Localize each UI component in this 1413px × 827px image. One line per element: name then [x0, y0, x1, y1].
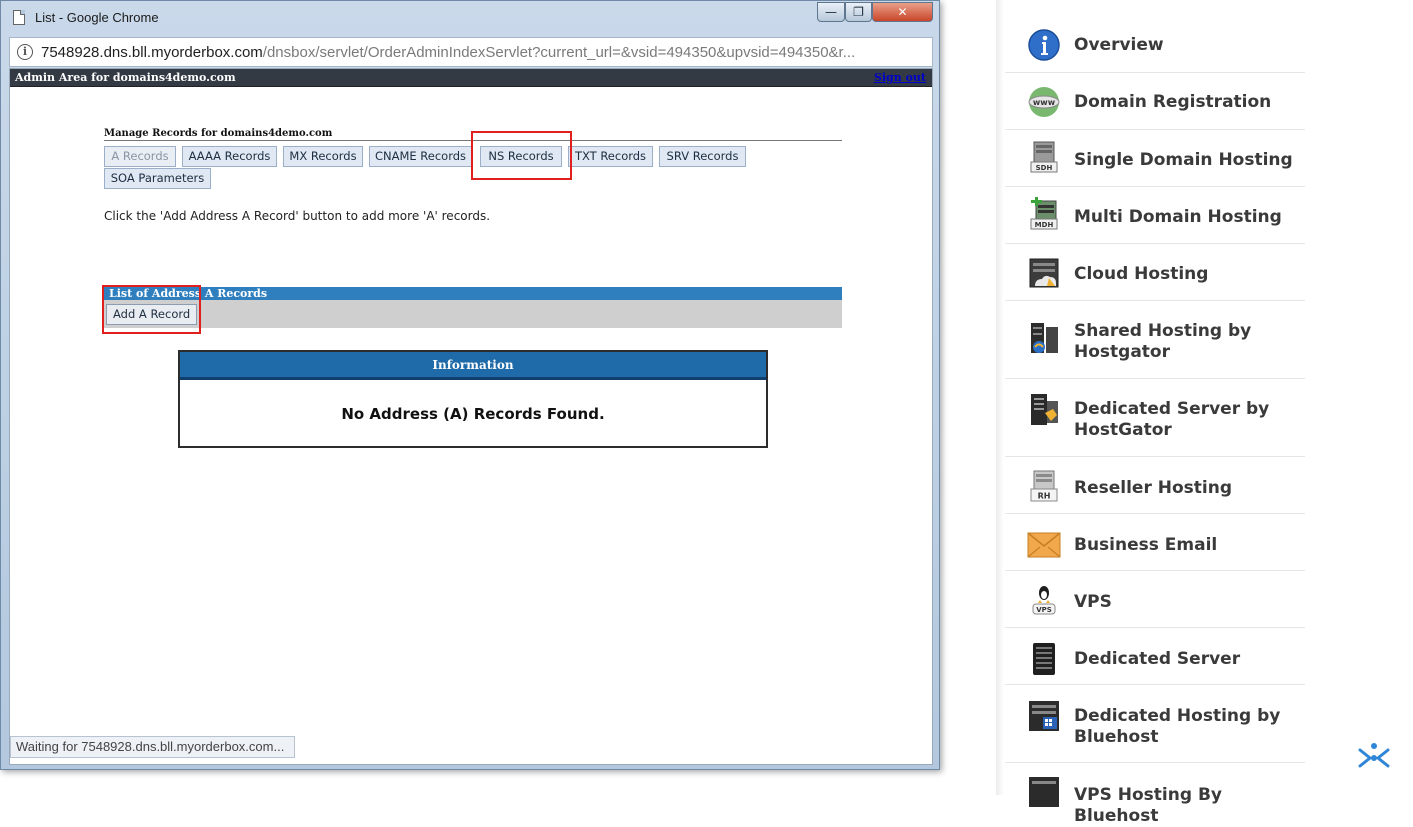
sidebar-item-label: Shared Hosting by Hostgator [1074, 321, 1252, 362]
sidebar-item-single-domain-hosting[interactable]: SDH Single Domain Hosting [1005, 130, 1305, 187]
information-box: Information No Address (A) Records Found… [178, 350, 768, 448]
sidebar-item-cloud-hosting[interactable]: Cloud Hosting [1005, 244, 1305, 301]
tab-soa-parameters[interactable]: SOA Parameters [104, 168, 211, 189]
svg-text:SDH: SDH [1036, 164, 1053, 172]
sdh-server-icon: SDH [1030, 141, 1058, 173]
sign-out-link[interactable]: Sign out [874, 71, 926, 84]
sidebar-item-vps[interactable]: VPS VPS [1005, 571, 1305, 628]
information-heading: Information [180, 352, 766, 380]
url-text[interactable]: 7548928.dns.bll.myorderbox.com/dnsbox/se… [41, 44, 927, 61]
maximize-button[interactable]: ❐ [845, 2, 872, 22]
browser-popup-window: List - Google Chrome — ❐ ✕ i 7548928.dns… [0, 0, 940, 770]
vps-linux-icon: VPS [1032, 586, 1056, 615]
hostgator-dedicated-icon [1031, 394, 1058, 425]
dedicated-server-icon [1033, 643, 1055, 675]
help-text: Click the 'Add Address A Record' button … [104, 209, 491, 223]
sidebar-item-label: Dedicated Server [1074, 649, 1241, 669]
admin-header-bar: Admin Area for domains4demo.com Sign out [10, 69, 932, 87]
sidebar-shadow [996, 0, 1004, 795]
tab-mx-records[interactable]: MX Records [283, 146, 363, 167]
no-records-message: No Address (A) Records Found. [341, 405, 605, 423]
sidebar-item-label: Business Email [1074, 535, 1218, 555]
svg-text:VPS: VPS [1036, 606, 1052, 614]
tab-aaaa-records[interactable]: AAAA Records [182, 146, 277, 167]
svg-text:www: www [1033, 98, 1056, 107]
sidebar-item-label: Dedicated Hosting by Bluehost [1074, 706, 1281, 747]
envelope-icon [1027, 532, 1061, 558]
records-list-header: List of Address A Records [104, 287, 842, 300]
sidebar-item-label: Domain Registration [1074, 92, 1272, 112]
page-viewport: Admin Area for domains4demo.com Sign out… [9, 68, 933, 765]
sidebar-item-label: Single Domain Hosting [1074, 150, 1293, 170]
hostgator-server-icon [1031, 323, 1058, 353]
svg-text:RH: RH [1038, 492, 1051, 501]
tab-srv-records[interactable]: SRV Records [659, 146, 746, 167]
sidebar-item-business-email[interactable]: Business Email [1005, 514, 1305, 571]
manage-records-title: Manage Records for domains4demo.com [104, 128, 333, 139]
sidebar-item-label: Cloud Hosting [1074, 264, 1209, 284]
page-icon [13, 10, 25, 25]
sidebar-item-label: VPS [1074, 592, 1112, 612]
url-path: /dnsbox/servlet/OrderAdminIndexServlet?c… [262, 44, 856, 61]
sidebar-item-multi-domain-hosting[interactable]: MDH Multi Domain Hosting [1005, 187, 1305, 244]
sidebar-item-overview[interactable]: Overview [1005, 20, 1305, 73]
bluehost-vps-icon [1029, 777, 1059, 807]
sidebar-item-label: Overview [1074, 35, 1164, 55]
tab-a-records[interactable]: A Records [104, 146, 176, 167]
sidebar-item-label: Reseller Hosting [1074, 478, 1233, 498]
sidebar-item-shared-hosting-hostgator[interactable]: Shared Hosting by Hostgator [1005, 301, 1305, 379]
sidebar-item-dedicated-server-hostgator[interactable]: Dedicated Server by HostGator [1005, 379, 1305, 457]
tab-txt-records[interactable]: TXT Records [568, 146, 653, 167]
minimize-button[interactable]: — [817, 2, 845, 22]
close-button[interactable]: ✕ [872, 2, 933, 22]
address-bar[interactable]: i 7548928.dns.bll.myorderbox.com/dnsbox/… [9, 37, 933, 67]
sidebar-item-domain-registration[interactable]: www Domain Registration [1005, 73, 1305, 130]
window-title: List - Google Chrome [35, 10, 159, 25]
site-info-icon[interactable]: i [17, 44, 33, 60]
sidebar-item-label: VPS Hosting By Bluehost [1074, 785, 1222, 826]
window-titlebar[interactable]: List - Google Chrome — ❐ ✕ [1, 1, 939, 33]
url-host: 7548928.dns.bll.myorderbox.com [41, 44, 263, 61]
tab-cname-records[interactable]: CNAME Records [369, 146, 472, 167]
info-icon [1028, 29, 1060, 61]
sidebar-item-vps-hosting-bluehost[interactable]: VPS Hosting By Bluehost [1005, 763, 1305, 826]
product-sidebar: Overview www Domain Registration SDH Sin… [996, 0, 1413, 826]
sidebar-item-label: Multi Domain Hosting [1074, 207, 1282, 227]
sidebar-item-label: Dedicated Server by HostGator [1074, 399, 1270, 440]
loading-status-bar: Waiting for 7548928.dns.bll.myorderbox.c… [10, 736, 296, 758]
bluehost-server-icon [1029, 701, 1059, 731]
sidebar-item-reseller-hosting[interactable]: RH Reseller Hosting [1005, 457, 1305, 514]
records-list-toolbar: Add A Record [104, 300, 842, 328]
svg-text:MDH: MDH [1035, 221, 1054, 229]
www-globe-icon: www [1028, 87, 1060, 117]
cloud-hosting-icon [1029, 258, 1059, 288]
brand-logo-icon [1358, 743, 1390, 768]
sidebar-item-dedicated-server[interactable]: Dedicated Server [1005, 628, 1305, 685]
sidebar-item-dedicated-hosting-bluehost[interactable]: Dedicated Hosting by Bluehost [1005, 685, 1305, 763]
ns-records-highlight-box [471, 131, 572, 180]
admin-area-title: Admin Area for domains4demo.com [15, 71, 236, 84]
mdh-server-icon: MDH [1030, 197, 1058, 230]
add-record-highlight-box [102, 285, 201, 334]
rh-server-icon: RH [1030, 470, 1058, 502]
